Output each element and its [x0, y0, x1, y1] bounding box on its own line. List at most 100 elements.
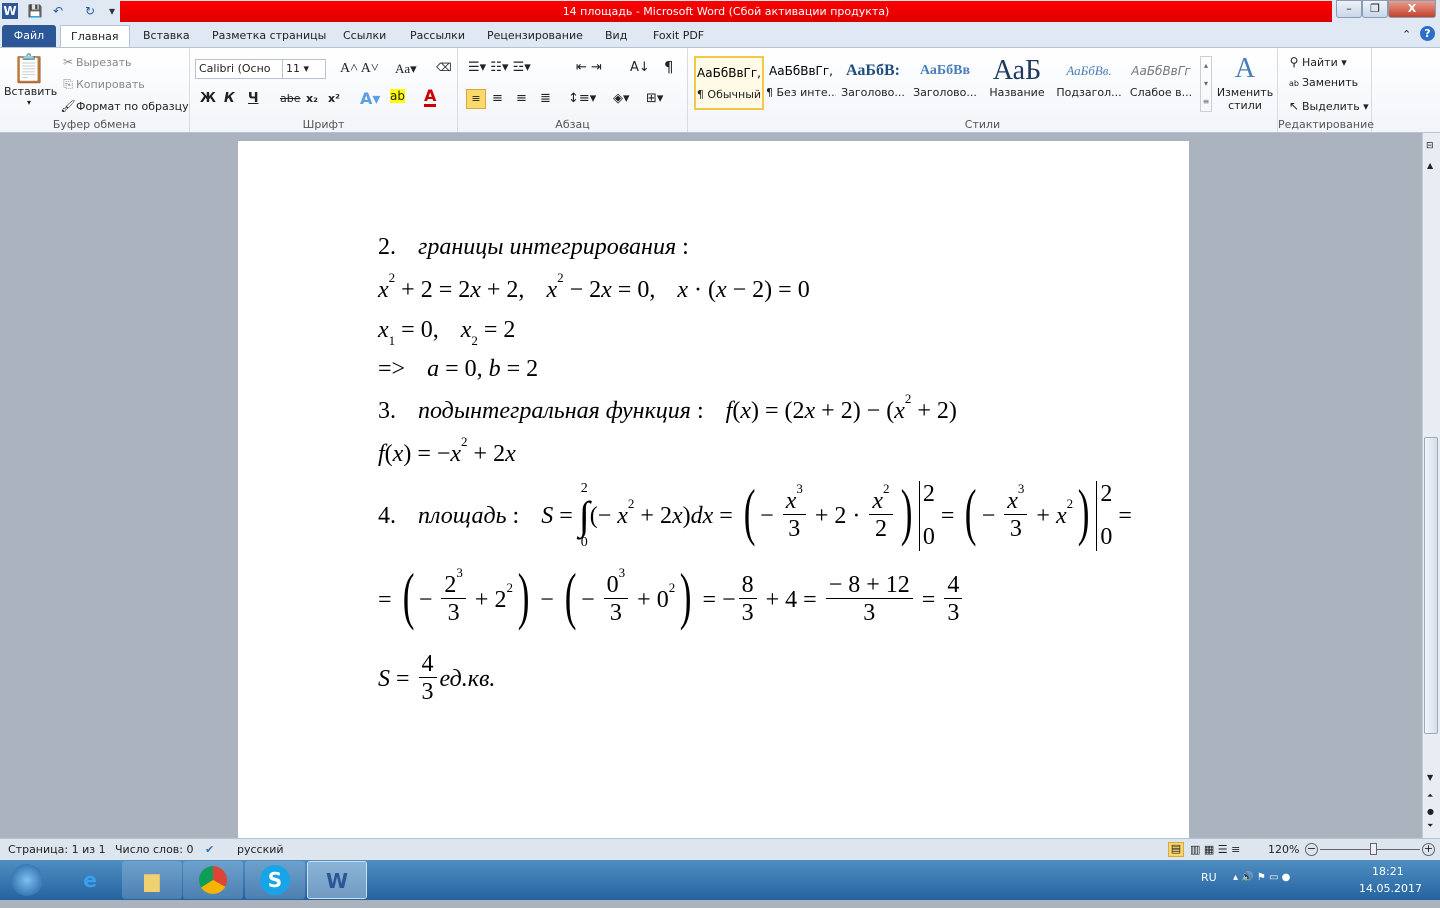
indent-icons[interactable]: ⇤ ⇥ [576, 60, 602, 75]
browse-object-icon[interactable]: ● [1427, 807, 1434, 816]
paste-button[interactable]: 📋 Вставить ▾ [4, 52, 57, 107]
taskbar-internet-explorer[interactable]: e [60, 861, 120, 899]
find-button[interactable]: ⚲ Найти ▾ [1286, 54, 1347, 70]
right-paren: ) [680, 560, 692, 631]
font-name-select[interactable]: Calibri (Осно [195, 59, 283, 79]
align-left-icon[interactable]: ≡ [466, 89, 486, 109]
style-normal[interactable]: АаБбВвГг, ¶ Обычный [694, 56, 764, 110]
math-power: 23 [444, 565, 463, 598]
ruler-toggle-icon[interactable]: ⊟ [1426, 141, 1434, 151]
bullets-icon[interactable]: ☰▾ ☷▾ ☲▾ [468, 60, 531, 75]
scrollbar-thumb[interactable] [1424, 437, 1438, 734]
start-button[interactable] [2, 861, 52, 899]
italic-button[interactable]: К [224, 91, 235, 106]
scroll-down-icon[interactable]: ▼ [1427, 773, 1433, 782]
fraction: 03 3 [603, 565, 629, 628]
highlight-icon[interactable]: ab [390, 89, 405, 103]
fraction: − 8 + 12 3 [825, 572, 913, 628]
zoom-in-icon[interactable]: + [1422, 843, 1435, 856]
sort-icon[interactable]: A↓ [630, 60, 650, 75]
format-painter-button[interactable]: 🖌Формат по образцу [60, 98, 188, 114]
minimize-button[interactable]: – [1336, 0, 1362, 18]
word-count[interactable]: Число слов: 0 [115, 839, 194, 860]
style-heading-2[interactable]: АаБбВв Заголово... [910, 56, 980, 110]
page-count[interactable]: Страница: 1 из 1 [8, 839, 106, 860]
select-button[interactable]: ↖ Выделить ▾ [1286, 98, 1369, 114]
input-language[interactable]: RU [1201, 871, 1217, 884]
tab-foxit-pdf[interactable]: Foxit PDF [643, 25, 714, 47]
tab-references[interactable]: Ссылки [333, 25, 396, 47]
style-title[interactable]: АаБ Название [982, 56, 1052, 110]
clock-time[interactable]: 18:21 [1372, 865, 1404, 878]
math-variable: границы интегрирования [418, 233, 677, 260]
line-spacing-icon[interactable]: ↕≡▾ [568, 91, 596, 106]
clear-formatting-icon[interactable]: ⌫ [436, 61, 452, 74]
tab-review[interactable]: Рецензирование [477, 25, 593, 47]
word-app-icon[interactable]: W [2, 3, 18, 19]
view-mode-icons[interactable]: ▥ ▦ ☰ ≡ [1190, 839, 1240, 860]
restore-button[interactable]: ❐ [1362, 0, 1388, 18]
taskbar-word[interactable]: W [307, 861, 367, 899]
copy-button[interactable]: ⎘ Копировать [60, 76, 145, 92]
redo-icon[interactable]: ↻ [82, 3, 98, 19]
print-layout-icon[interactable]: ▤ [1168, 842, 1184, 857]
strikethrough-button[interactable]: abe [280, 92, 301, 105]
tab-file[interactable]: Файл [2, 25, 56, 47]
language[interactable]: русский [237, 839, 284, 860]
change-styles-button[interactable]: A Изменить стили [1216, 52, 1274, 112]
skype-icon: S [260, 865, 290, 895]
style-no-spacing[interactable]: АаБбВвГг, ¶ Без инте... [766, 56, 836, 110]
style-subtle-emphasis[interactable]: АаБбВвГг Слабое в... [1126, 56, 1196, 110]
font-group: Calibri (Осно 11 ▾ A˄ A˅ Aa▾ ⌫ Ж К Ч abe… [190, 48, 458, 132]
styles-scroll[interactable]: ▴ ▾ ≡ [1200, 56, 1212, 112]
save-icon[interactable]: 💾 [27, 3, 43, 19]
taskbar-chrome[interactable] [183, 861, 243, 899]
proofing-icon[interactable]: ✔ [205, 839, 214, 860]
bold-button[interactable]: Ж [200, 91, 216, 106]
subscript-button[interactable]: x₂ [306, 92, 318, 105]
justify-icon[interactable]: ≣ [540, 91, 551, 106]
taskbar-skype[interactable]: S [245, 861, 305, 899]
tab-view[interactable]: Вид [595, 25, 637, 47]
exponent: 3 [1017, 480, 1025, 496]
change-case-button[interactable]: Aa▾ [395, 61, 417, 77]
tab-insert[interactable]: Вставка [133, 25, 200, 47]
font-color-icon[interactable]: A [424, 88, 437, 107]
text-effects-icon[interactable]: A▾ [360, 89, 380, 108]
borders-icon[interactable]: ⊞▾ [646, 91, 663, 106]
denominator: 3 [788, 515, 800, 544]
cut-label: Вырезать [76, 56, 132, 69]
align-right-icon[interactable]: ≡ [516, 91, 527, 106]
scroll-up-icon[interactable]: ▲ [1427, 161, 1433, 170]
font-size-select[interactable]: 11 ▾ [282, 59, 326, 79]
tray-icons[interactable]: ▴ 🔊 ⚑ ▭ ● [1233, 872, 1290, 883]
style-heading-1[interactable]: АаБбВ: Заголово... [838, 56, 908, 110]
shading-icon[interactable]: ◈▾ [613, 91, 630, 106]
zoom-level[interactable]: 120% [1268, 839, 1299, 860]
zoom-out-icon[interactable]: − [1305, 843, 1318, 856]
undo-icon[interactable]: ↶ [50, 3, 66, 19]
minimize-ribbon-icon[interactable]: ⌃ [1402, 28, 1411, 41]
tab-home[interactable]: Главная [60, 25, 130, 47]
tab-page-layout[interactable]: Разметка страницы [202, 25, 336, 47]
close-button[interactable]: X [1388, 0, 1436, 18]
customize-quick-access-icon[interactable]: ▾ [104, 3, 120, 19]
zoom-slider-handle[interactable] [1369, 843, 1377, 855]
show-formatting-button[interactable]: ¶ [664, 58, 674, 76]
underline-button[interactable]: Ч [248, 91, 259, 106]
replace-button[interactable]: ab Заменить [1286, 76, 1358, 92]
help-icon[interactable]: ? [1420, 26, 1435, 41]
superscript-button[interactable]: x² [328, 92, 340, 105]
next-page-icon[interactable]: ⏷ [1427, 821, 1433, 831]
grow-font-icon[interactable]: A˄ A˅ [340, 61, 379, 77]
tab-mailings[interactable]: Рассылки [400, 25, 475, 47]
style-subtitle[interactable]: АаБбВв. Подзагол... [1054, 56, 1124, 110]
taskbar-explorer[interactable]: ▆ [122, 861, 182, 899]
change-styles-icon: A [1234, 53, 1256, 84]
math-variable: площадь [418, 502, 507, 529]
align-center-icon[interactable]: ≡ [492, 91, 503, 106]
denominator: 3 [448, 599, 460, 628]
cut-button[interactable]: ✂ Вырезать [60, 54, 132, 70]
previous-page-icon[interactable]: ⏶ [1427, 791, 1433, 801]
clock-date[interactable]: 14.05.2017 [1359, 882, 1422, 895]
